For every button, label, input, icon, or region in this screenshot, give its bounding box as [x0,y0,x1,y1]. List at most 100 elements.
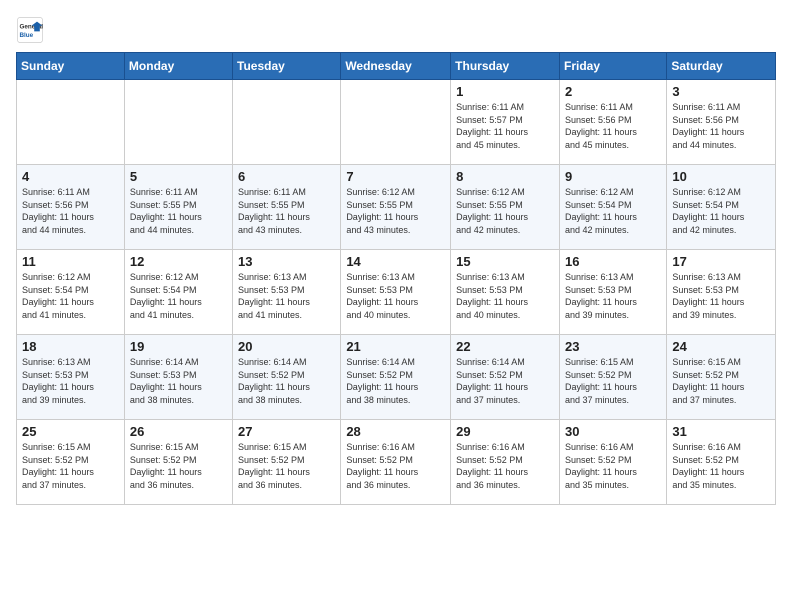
day-number: 26 [130,424,227,439]
day-info: Sunrise: 6:15 AM Sunset: 5:52 PM Dayligh… [22,441,119,491]
day-info: Sunrise: 6:12 AM Sunset: 5:54 PM Dayligh… [22,271,119,321]
day-info: Sunrise: 6:15 AM Sunset: 5:52 PM Dayligh… [238,441,335,491]
day-info: Sunrise: 6:13 AM Sunset: 5:53 PM Dayligh… [22,356,119,406]
day-info: Sunrise: 6:16 AM Sunset: 5:52 PM Dayligh… [565,441,661,491]
day-number: 6 [238,169,335,184]
day-info: Sunrise: 6:15 AM Sunset: 5:52 PM Dayligh… [565,356,661,406]
weekday-header-tuesday: Tuesday [233,53,341,80]
day-info: Sunrise: 6:13 AM Sunset: 5:53 PM Dayligh… [565,271,661,321]
day-info: Sunrise: 6:14 AM Sunset: 5:52 PM Dayligh… [346,356,445,406]
day-number: 20 [238,339,335,354]
day-number: 16 [565,254,661,269]
day-info: Sunrise: 6:12 AM Sunset: 5:55 PM Dayligh… [346,186,445,236]
day-info: Sunrise: 6:16 AM Sunset: 5:52 PM Dayligh… [346,441,445,491]
day-info: Sunrise: 6:11 AM Sunset: 5:56 PM Dayligh… [672,101,770,151]
day-info: Sunrise: 6:11 AM Sunset: 5:56 PM Dayligh… [565,101,661,151]
day-number: 15 [456,254,554,269]
header: General Blue [16,16,776,44]
day-number: 14 [346,254,445,269]
day-info: Sunrise: 6:13 AM Sunset: 5:53 PM Dayligh… [456,271,554,321]
weekday-header-saturday: Saturday [667,53,776,80]
day-info: Sunrise: 6:12 AM Sunset: 5:54 PM Dayligh… [565,186,661,236]
weekday-header-monday: Monday [124,53,232,80]
day-info: Sunrise: 6:15 AM Sunset: 5:52 PM Dayligh… [130,441,227,491]
day-cell [233,80,341,165]
day-info: Sunrise: 6:12 AM Sunset: 5:55 PM Dayligh… [456,186,554,236]
day-cell: 28 Sunrise: 6:16 AM Sunset: 5:52 PM Dayli… [341,420,451,505]
day-cell: 19Sunrise: 6:14 AM Sunset: 5:53 PM Dayli… [124,335,232,420]
day-cell: 14 Sunrise: 6:13 AM Sunset: 5:53 PM Dayli… [341,250,451,335]
day-cell: 2 Sunrise: 6:11 AM Sunset: 5:56 PM Daylig… [559,80,666,165]
day-number: 30 [565,424,661,439]
day-cell: 29 Sunrise: 6:16 AM Sunset: 5:52 PM Dayli… [451,420,560,505]
day-cell [124,80,232,165]
week-row-4: 18Sunrise: 6:13 AM Sunset: 5:53 PM Dayli… [17,335,776,420]
day-number: 8 [456,169,554,184]
weekday-header-wednesday: Wednesday [341,53,451,80]
svg-text:Blue: Blue [20,32,34,39]
day-cell: 24Sunrise: 6:15 AM Sunset: 5:52 PM Dayli… [667,335,776,420]
day-number: 19 [130,339,227,354]
day-number: 1 [456,84,554,99]
day-number: 27 [238,424,335,439]
day-cell: 23Sunrise: 6:15 AM Sunset: 5:52 PM Dayli… [559,335,666,420]
day-number: 5 [130,169,227,184]
day-number: 21 [346,339,445,354]
day-info: Sunrise: 6:11 AM Sunset: 5:56 PM Dayligh… [22,186,119,236]
day-info: Sunrise: 6:13 AM Sunset: 5:53 PM Dayligh… [346,271,445,321]
day-number: 4 [22,169,119,184]
day-info: Sunrise: 6:13 AM Sunset: 5:53 PM Dayligh… [238,271,335,321]
day-cell [341,80,451,165]
day-cell: 6 Sunrise: 6:11 AM Sunset: 5:55 PM Daylig… [233,165,341,250]
day-cell: 21 Sunrise: 6:14 AM Sunset: 5:52 PM Dayli… [341,335,451,420]
week-row-2: 4 Sunrise: 6:11 AM Sunset: 5:56 PM Daylig… [17,165,776,250]
day-cell: 8 Sunrise: 6:12 AM Sunset: 5:55 PM Daylig… [451,165,560,250]
day-info: Sunrise: 6:11 AM Sunset: 5:55 PM Dayligh… [130,186,227,236]
day-number: 31 [672,424,770,439]
day-cell: 7 Sunrise: 6:12 AM Sunset: 5:55 PM Daylig… [341,165,451,250]
day-info: Sunrise: 6:14 AM Sunset: 5:52 PM Dayligh… [238,356,335,406]
logo-icon: General Blue [16,16,44,44]
day-info: Sunrise: 6:16 AM Sunset: 5:52 PM Dayligh… [456,441,554,491]
day-cell: 4 Sunrise: 6:11 AM Sunset: 5:56 PM Daylig… [17,165,125,250]
weekday-header-sunday: Sunday [17,53,125,80]
day-cell: 15 Sunrise: 6:13 AM Sunset: 5:53 PM Dayli… [451,250,560,335]
day-number: 22 [456,339,554,354]
day-number: 7 [346,169,445,184]
day-number: 28 [346,424,445,439]
day-cell: 11 Sunrise: 6:12 AM Sunset: 5:54 PM Dayli… [17,250,125,335]
day-number: 12 [130,254,227,269]
week-row-3: 11 Sunrise: 6:12 AM Sunset: 5:54 PM Dayli… [17,250,776,335]
day-cell: 5 Sunrise: 6:11 AM Sunset: 5:55 PM Daylig… [124,165,232,250]
day-info: Sunrise: 6:16 AM Sunset: 5:52 PM Dayligh… [672,441,770,491]
day-info: Sunrise: 6:15 AM Sunset: 5:52 PM Dayligh… [672,356,770,406]
day-cell: 17Sunrise: 6:13 AM Sunset: 5:53 PM Dayli… [667,250,776,335]
day-number: 13 [238,254,335,269]
day-info: Sunrise: 6:12 AM Sunset: 5:54 PM Dayligh… [130,271,227,321]
calendar: SundayMondayTuesdayWednesdayThursdayFrid… [16,52,776,505]
day-number: 11 [22,254,119,269]
day-cell: 16 Sunrise: 6:13 AM Sunset: 5:53 PM Dayli… [559,250,666,335]
day-number: 10 [672,169,770,184]
day-number: 9 [565,169,661,184]
day-cell: 13 Sunrise: 6:13 AM Sunset: 5:53 PM Dayli… [233,250,341,335]
day-cell: 3 Sunrise: 6:11 AM Sunset: 5:56 PM Daylig… [667,80,776,165]
day-cell: 18Sunrise: 6:13 AM Sunset: 5:53 PM Dayli… [17,335,125,420]
day-info: Sunrise: 6:11 AM Sunset: 5:55 PM Dayligh… [238,186,335,236]
weekday-header-friday: Friday [559,53,666,80]
day-cell: 1Sunrise: 6:11 AM Sunset: 5:57 PM Daylig… [451,80,560,165]
day-number: 29 [456,424,554,439]
day-cell: 12 Sunrise: 6:12 AM Sunset: 5:54 PM Dayli… [124,250,232,335]
week-row-5: 25Sunrise: 6:15 AM Sunset: 5:52 PM Dayli… [17,420,776,505]
day-cell: 31 Sunrise: 6:16 AM Sunset: 5:52 PM Dayli… [667,420,776,505]
day-cell: 10Sunrise: 6:12 AM Sunset: 5:54 PM Dayli… [667,165,776,250]
day-cell: 20 Sunrise: 6:14 AM Sunset: 5:52 PM Dayli… [233,335,341,420]
weekday-header-row: SundayMondayTuesdayWednesdayThursdayFrid… [17,53,776,80]
day-cell: 25Sunrise: 6:15 AM Sunset: 5:52 PM Dayli… [17,420,125,505]
day-number: 2 [565,84,661,99]
day-info: Sunrise: 6:14 AM Sunset: 5:52 PM Dayligh… [456,356,554,406]
logo: General Blue [16,16,44,44]
day-number: 17 [672,254,770,269]
day-number: 3 [672,84,770,99]
day-cell: 22 Sunrise: 6:14 AM Sunset: 5:52 PM Dayli… [451,335,560,420]
